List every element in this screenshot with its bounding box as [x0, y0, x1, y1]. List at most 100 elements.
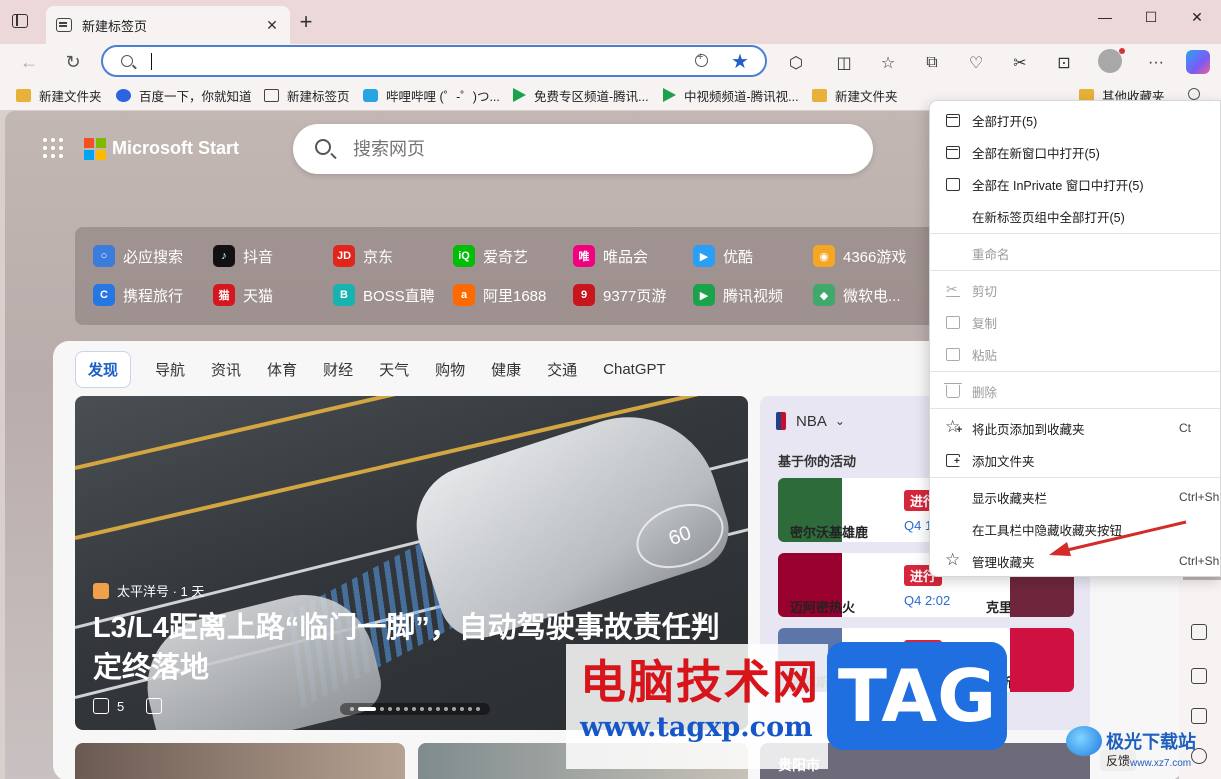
- menu-item[interactable]: 全部在新窗口中打开(5): [930, 137, 1220, 167]
- quick-link-logo-icon: iQ: [453, 245, 475, 267]
- quick-link[interactable]: 猫天猫: [213, 284, 273, 306]
- feed-tab[interactable]: 发现: [75, 350, 132, 388]
- back-button[interactable]: ←: [14, 48, 44, 76]
- tab-close-icon[interactable]: ✕: [264, 17, 280, 34]
- bookmark-item[interactable]: 新建文件夹: [812, 86, 898, 104]
- quick-link[interactable]: ▶ 腾讯视频: [693, 284, 783, 306]
- bookmark-item[interactable]: 哔哩哔哩 (゜-゜)つ...: [363, 86, 500, 104]
- bookmark-item[interactable]: 新建标签页: [264, 86, 350, 104]
- collections-icon[interactable]: ⧉: [921, 52, 943, 74]
- feed-tab[interactable]: 财经: [323, 359, 353, 380]
- menu-separator: [930, 233, 1220, 234]
- feed-tab[interactable]: 购物: [435, 359, 465, 380]
- feed-tab[interactable]: ChatGPT: [603, 361, 666, 378]
- thumbs-down-icon[interactable]: [146, 698, 163, 714]
- menu-separator: [930, 371, 1220, 372]
- app-launcher-icon[interactable]: [43, 138, 63, 158]
- thumbs-up-icon[interactable]: [93, 698, 109, 714]
- quick-link[interactable]: 唯唯品会: [573, 245, 648, 267]
- nba-header[interactable]: NBA ⌄: [776, 412, 845, 430]
- more-menu-icon[interactable]: ···: [1145, 52, 1167, 74]
- bookmark-item[interactable]: 新建文件夹: [16, 86, 102, 104]
- web-search-input[interactable]: [353, 136, 833, 162]
- web-search-box[interactable]: [293, 124, 873, 174]
- open-external-icon[interactable]: [1191, 708, 1207, 724]
- folder-icon: [16, 88, 31, 102]
- menu-item[interactable]: 在新标签页组中全部打开(5): [930, 201, 1220, 231]
- menu-item[interactable]: 粘贴: [930, 339, 1220, 369]
- news-card[interactable]: [75, 743, 405, 779]
- feed-tab[interactable]: 体育: [267, 359, 297, 380]
- maximize-button[interactable]: ☐: [1128, 6, 1174, 28]
- jg-name: 极光下载站: [1106, 732, 1196, 752]
- search-icon[interactable]: [1188, 88, 1200, 100]
- menu-item[interactable]: 删除: [930, 376, 1220, 406]
- refresh-button[interactable]: ↻: [58, 48, 88, 76]
- chevron-down-icon: ⌄: [834, 414, 845, 428]
- extensions-icon[interactable]: ⬡: [785, 52, 807, 74]
- quick-link[interactable]: ♪ 抖音: [213, 245, 273, 267]
- menu-item[interactable]: 添加文件夹: [930, 445, 1220, 475]
- bookmark-label: 中视频频道-腾讯视...: [684, 89, 799, 104]
- favorite-star-icon[interactable]: ★: [731, 49, 749, 74]
- minimize-button[interactable]: —: [1082, 6, 1128, 28]
- bookmark-item[interactable]: 免费专区频道-腾讯...: [513, 86, 649, 104]
- screenshot-icon[interactable]: ✂: [1009, 52, 1031, 74]
- browser-essentials-icon[interactable]: ♡: [965, 52, 987, 74]
- feed-tab[interactable]: 资讯: [211, 359, 241, 380]
- tab-new-tab[interactable]: 新建标签页 ✕: [46, 6, 290, 44]
- menu-item[interactable]: 全部打开(5): [930, 105, 1220, 135]
- new-tab-button[interactable]: +: [296, 11, 316, 33]
- menu-separator: [930, 408, 1220, 409]
- copilot-icon[interactable]: [1186, 50, 1210, 74]
- close-window-button[interactable]: ✕: [1174, 6, 1220, 28]
- quick-link[interactable]: JD 京东: [333, 245, 393, 267]
- menu-item-label: 管理收藏夹: [972, 555, 1035, 570]
- quick-link-logo-icon: 唯: [573, 245, 595, 267]
- feed-tab[interactable]: 健康: [491, 359, 521, 380]
- menu-item[interactable]: 显示收藏夹栏 Ctrl+Sh: [930, 482, 1220, 512]
- menu-item[interactable]: 将此页添加到收藏夹 Ct: [930, 413, 1220, 443]
- menu-item[interactable]: 在工具栏中隐藏收藏夹按钮: [930, 514, 1220, 544]
- quick-link[interactable]: a 阿里1688: [453, 284, 546, 306]
- quick-link[interactable]: ▶ 优酷: [693, 245, 753, 267]
- favorites-context-menu: 全部打开(5) 全部在新窗口中打开(5) 全部在 InPrivate 窗口中打开(5…: [929, 100, 1221, 577]
- quick-link[interactable]: ◆ 微软电...: [813, 284, 901, 306]
- menu-item-label: 全部在 InPrivate 窗口中打开(5): [972, 178, 1144, 193]
- quick-link-logo-icon: C: [93, 284, 115, 306]
- address-bar[interactable]: ★: [101, 45, 767, 77]
- split-screen-icon[interactable]: ◫: [833, 52, 855, 74]
- menu-item-label: 全部在新窗口中打开(5): [972, 146, 1100, 161]
- quick-link[interactable]: B BOSS直聘: [333, 284, 435, 306]
- sidebar-toggle-icon[interactable]: [1191, 668, 1207, 684]
- feed-tab[interactable]: 天气: [379, 359, 409, 380]
- quick-link[interactable]: ◉ 4366游戏: [813, 245, 906, 267]
- screenshot-icon[interactable]: [1191, 624, 1207, 640]
- quick-link[interactable]: iQ 爱奇艺: [453, 245, 528, 267]
- quick-link[interactable]: 9 9377页游: [573, 284, 666, 306]
- zoom-icon[interactable]: [695, 51, 708, 67]
- menu-item[interactable]: 管理收藏夹 Ctrl+Shi: [930, 546, 1220, 576]
- menu-item-shortcut: Ctrl+Sh: [1179, 490, 1220, 504]
- workspaces-icon[interactable]: ⊡: [1053, 52, 1075, 74]
- bookmark-label: 哔哩哔哩 (゜-゜)つ...: [386, 89, 500, 104]
- menu-item[interactable]: 全部在 InPrivate 窗口中打开(5): [930, 169, 1220, 199]
- address-input[interactable]: [155, 51, 675, 71]
- tab-actions-icon[interactable]: [12, 14, 28, 28]
- menu-item[interactable]: 重命名: [930, 238, 1220, 268]
- feed-tab[interactable]: 导航: [155, 359, 185, 380]
- menu-item[interactable]: 复制: [930, 307, 1220, 337]
- carousel-dots[interactable]: [340, 703, 490, 715]
- quick-link[interactable]: C 携程旅行: [93, 284, 183, 306]
- window-icon: [946, 114, 960, 127]
- title-bar: 新建标签页 ✕ + — ☐ ✕: [0, 0, 1221, 44]
- browser-toolbar: ← ↻ ★ ⬡ ◫ ☆ ⧉ ♡ ✂ ⊡ ···: [0, 44, 1221, 80]
- favorites-icon[interactable]: ☆: [877, 52, 899, 74]
- menu-item[interactable]: 剪切: [930, 275, 1220, 305]
- bookmark-item[interactable]: 百度一下，你就知道: [116, 86, 252, 104]
- feed-tab[interactable]: 交通: [547, 359, 577, 380]
- bookmark-item[interactable]: 中视频频道-腾讯视...: [663, 86, 799, 104]
- profile-avatar[interactable]: [1098, 48, 1125, 73]
- menu-item-label: 重命名: [972, 247, 1010, 262]
- quick-link[interactable]: ○ 必应搜索: [93, 245, 183, 267]
